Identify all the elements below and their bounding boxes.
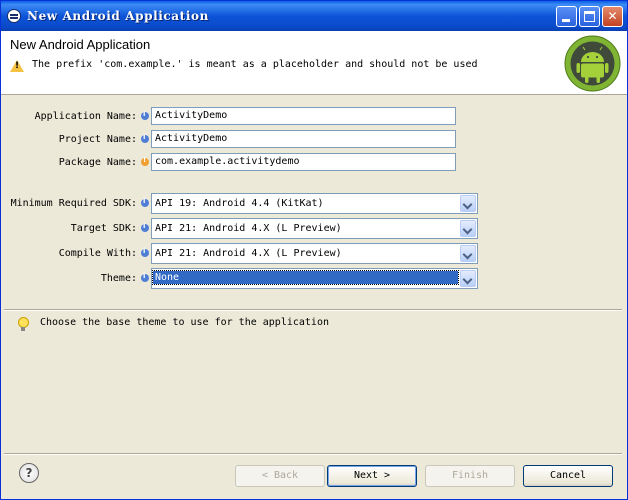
project-name-field[interactable]: ActivityDemo: [151, 130, 456, 148]
compile-with-value: API 21: Android 4.X (L Preview): [155, 248, 342, 259]
min-sdk-value: API 19: Android 4.4 (KitKat): [155, 198, 324, 209]
package-name-field[interactable]: com.example.activitydemo: [151, 153, 456, 171]
chevron-down-icon[interactable]: [460, 245, 476, 262]
target-sdk-value: API 21: Android 4.X (L Preview): [155, 223, 342, 234]
compile-with-label: Compile With:: [58, 248, 137, 259]
chevron-down-icon[interactable]: [460, 220, 476, 237]
theme-value: None: [152, 270, 459, 285]
next-button[interactable]: Next >: [327, 465, 417, 487]
wizard-header: New Android Application The prefix 'com.…: [1, 31, 627, 95]
package-name-label: Package Name:: [58, 157, 137, 168]
chevron-down-icon[interactable]: [460, 195, 476, 212]
back-button[interactable]: < Back: [235, 465, 325, 487]
title-bar[interactable]: New Android Application ✕: [1, 1, 627, 31]
app-name-label: Application Name:: [34, 111, 137, 122]
compile-with-select[interactable]: API 21: Android 4.X (L Preview): [151, 243, 478, 264]
window-title: New Android Application: [27, 9, 209, 23]
back-button-label: < Back: [261, 470, 299, 481]
page-title: New Android Application: [10, 37, 151, 52]
theme-label: Theme:: [100, 273, 137, 284]
warning-icon: [10, 60, 24, 72]
next-button-label: Next >: [353, 470, 391, 481]
divider: [4, 453, 622, 455]
info-icon: [141, 110, 149, 120]
theme-select[interactable]: None: [151, 268, 478, 289]
app-name-field[interactable]: ActivityDemo: [151, 107, 456, 125]
android-logo-icon: [564, 35, 621, 92]
close-button[interactable]: ✕: [602, 6, 623, 27]
cancel-button-label: Cancel: [549, 470, 587, 481]
maximize-button[interactable]: [579, 6, 600, 27]
info-icon: [141, 247, 149, 257]
project-name-label: Project Name:: [58, 134, 137, 145]
target-sdk-label: Target SDK:: [70, 223, 137, 234]
finish-button[interactable]: Finish: [425, 465, 515, 487]
min-sdk-label: Minimum Required SDK:: [10, 198, 137, 209]
info-icon: [141, 197, 149, 207]
hint-text: Choose the base theme to use for the app…: [40, 317, 329, 328]
info-icon: [141, 133, 149, 143]
minimize-button[interactable]: [556, 6, 577, 27]
finish-button-label: Finish: [451, 470, 489, 481]
divider: [4, 309, 622, 311]
header-message: The prefix 'com.example.' is meant as a …: [32, 59, 478, 70]
warning-icon: [141, 156, 149, 166]
eclipse-icon: [7, 9, 21, 23]
info-icon: [141, 222, 149, 232]
lightbulb-icon: [18, 317, 29, 331]
help-button[interactable]: ?: [19, 463, 39, 483]
target-sdk-select[interactable]: API 21: Android 4.X (L Preview): [151, 218, 478, 239]
chevron-down-icon[interactable]: [460, 270, 476, 287]
cancel-button[interactable]: Cancel: [523, 465, 613, 487]
info-icon: [141, 272, 149, 282]
min-sdk-select[interactable]: API 19: Android 4.4 (KitKat): [151, 193, 478, 214]
wizard-window: New Android Application ✕ New Android Ap…: [0, 0, 628, 500]
